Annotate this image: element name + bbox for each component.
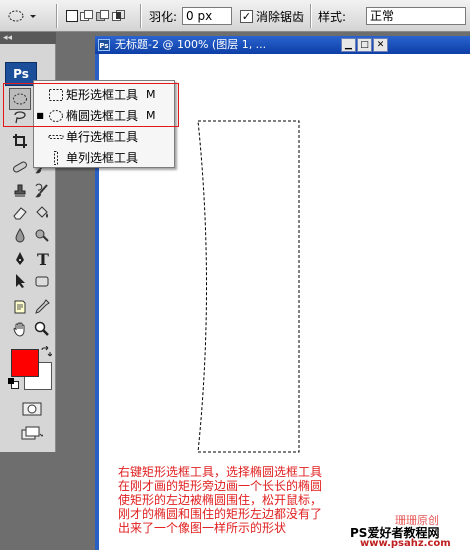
menu-item-single-row-marquee[interactable]: 单行选框工具 — [34, 126, 174, 147]
rounded-rect-icon — [35, 276, 49, 287]
style-select-value: 正常 — [370, 9, 395, 23]
antialias-checkbox[interactable]: ✓ — [240, 9, 253, 23]
paint-bucket-icon — [36, 206, 48, 218]
paint-bucket-tool[interactable] — [31, 202, 53, 224]
path-selection-tool[interactable] — [9, 270, 31, 292]
close-icon: ✕ — [376, 40, 385, 50]
notes-tool[interactable] — [9, 296, 31, 318]
crop-icon — [13, 134, 27, 148]
healing-bandage-icon — [13, 161, 27, 173]
document-title: 无标题-2 @ 100% (图层 1, ... — [115, 38, 267, 51]
eraser-tool[interactable] — [9, 202, 31, 224]
document-ps-icon: Ps — [98, 39, 110, 51]
hand-icon — [13, 322, 25, 337]
type-tool[interactable]: T — [31, 248, 53, 270]
site-watermark: 珊珊原创 PS爱好者教程网 www.psahz.com — [350, 512, 470, 550]
style-label: 样式: — [318, 9, 347, 24]
selection-mode-group — [66, 0, 126, 32]
add-to-selection-icon[interactable] — [80, 10, 94, 22]
watermark-url: www.psahz.com — [360, 538, 451, 549]
document-title-bar[interactable]: Ps 无标题-2 @ 100% (图层 1, ... ▁ □ ✕ — [95, 36, 470, 54]
screen-mode-button[interactable] — [21, 422, 43, 444]
options-bar: 羽化: 0 px ✓ 消除锯齿 样式: 正常 — [0, 0, 470, 32]
clone-stamp-tool[interactable] — [9, 180, 31, 202]
pen-icon — [16, 252, 24, 265]
type-t-icon: T — [37, 251, 49, 267]
caption-line: 使矩形的左边被椭圆围住，松开鼠标， — [118, 493, 323, 507]
svg-text:T: T — [37, 251, 49, 267]
menu-item-label: 单行选框工具 — [66, 130, 139, 144]
quick-mask-button[interactable] — [21, 398, 43, 420]
menu-item-label: 单列选框工具 — [66, 151, 139, 165]
intersect-selection-icon[interactable] — [112, 10, 126, 22]
minimize-icon: ▁ — [345, 40, 352, 50]
hand-tool[interactable] — [9, 318, 31, 340]
maximize-icon: □ — [360, 40, 369, 50]
history-brush-icon — [35, 183, 48, 198]
arrow-cursor-icon — [16, 274, 25, 288]
rectangle-shape-tool[interactable] — [31, 270, 53, 292]
screen-mode-icon — [21, 426, 43, 440]
tutorial-caption: 右键矩形选框工具，选择椭圆选框工具 在刚才画的矩形旁边画一个长长的椭圆 使矩形的… — [118, 465, 368, 535]
water-drop-icon — [15, 228, 25, 243]
caption-line: 刚才的椭圆和围住的矩形左边都没有了 — [118, 507, 323, 521]
pen-tool[interactable] — [9, 248, 31, 270]
single-column-marquee-icon — [46, 150, 66, 165]
crop-tool[interactable] — [9, 130, 31, 152]
maximize-button[interactable]: □ — [357, 38, 372, 52]
tool-preset-picker[interactable] — [6, 0, 36, 32]
ellipse-marquee-preset-icon — [8, 10, 36, 22]
default-colors-icon[interactable] — [8, 378, 19, 389]
note-icon — [14, 300, 26, 314]
caption-line: 在刚才画的矩形旁边画一个长长的椭圆 — [118, 479, 323, 493]
eraser-icon — [13, 207, 27, 220]
blur-tool[interactable] — [9, 224, 31, 246]
minimize-button[interactable]: ▁ — [341, 38, 356, 52]
zoom-tool[interactable] — [31, 318, 53, 340]
feather-label: 羽化: — [149, 9, 178, 24]
menu-item-single-column-marquee[interactable]: 单列选框工具 — [34, 147, 174, 168]
stamp-icon — [14, 184, 26, 197]
foreground-color-swatch[interactable] — [11, 349, 39, 377]
new-selection-icon[interactable] — [66, 10, 78, 22]
dodge-icon — [35, 229, 49, 242]
magnifier-icon — [34, 321, 49, 336]
caption-line: 右键矩形选框工具，选择椭圆选框工具 — [118, 465, 323, 479]
feather-input[interactable]: 0 px — [182, 7, 232, 25]
eyedropper-tool[interactable] — [31, 296, 53, 318]
close-button[interactable]: ✕ — [373, 38, 388, 52]
antialias-label: 消除锯齿 — [256, 9, 305, 24]
swap-colors-icon[interactable] — [40, 345, 53, 358]
quick-mask-icon — [22, 402, 42, 416]
spot-healing-brush-tool[interactable] — [9, 156, 31, 178]
subtract-from-selection-icon[interactable] — [96, 10, 110, 22]
toolbox-collapse-button[interactable]: ◂◂ — [0, 32, 56, 44]
caption-line: 出来了一个像图一样所示的形状 — [118, 521, 287, 535]
style-select[interactable]: 正常 — [366, 7, 466, 25]
history-brush-tool[interactable] — [31, 180, 53, 202]
eyedropper-icon — [35, 299, 50, 314]
annotation-highlight-box — [3, 83, 179, 127]
single-row-marquee-icon — [46, 130, 66, 144]
dodge-tool[interactable] — [31, 224, 53, 246]
